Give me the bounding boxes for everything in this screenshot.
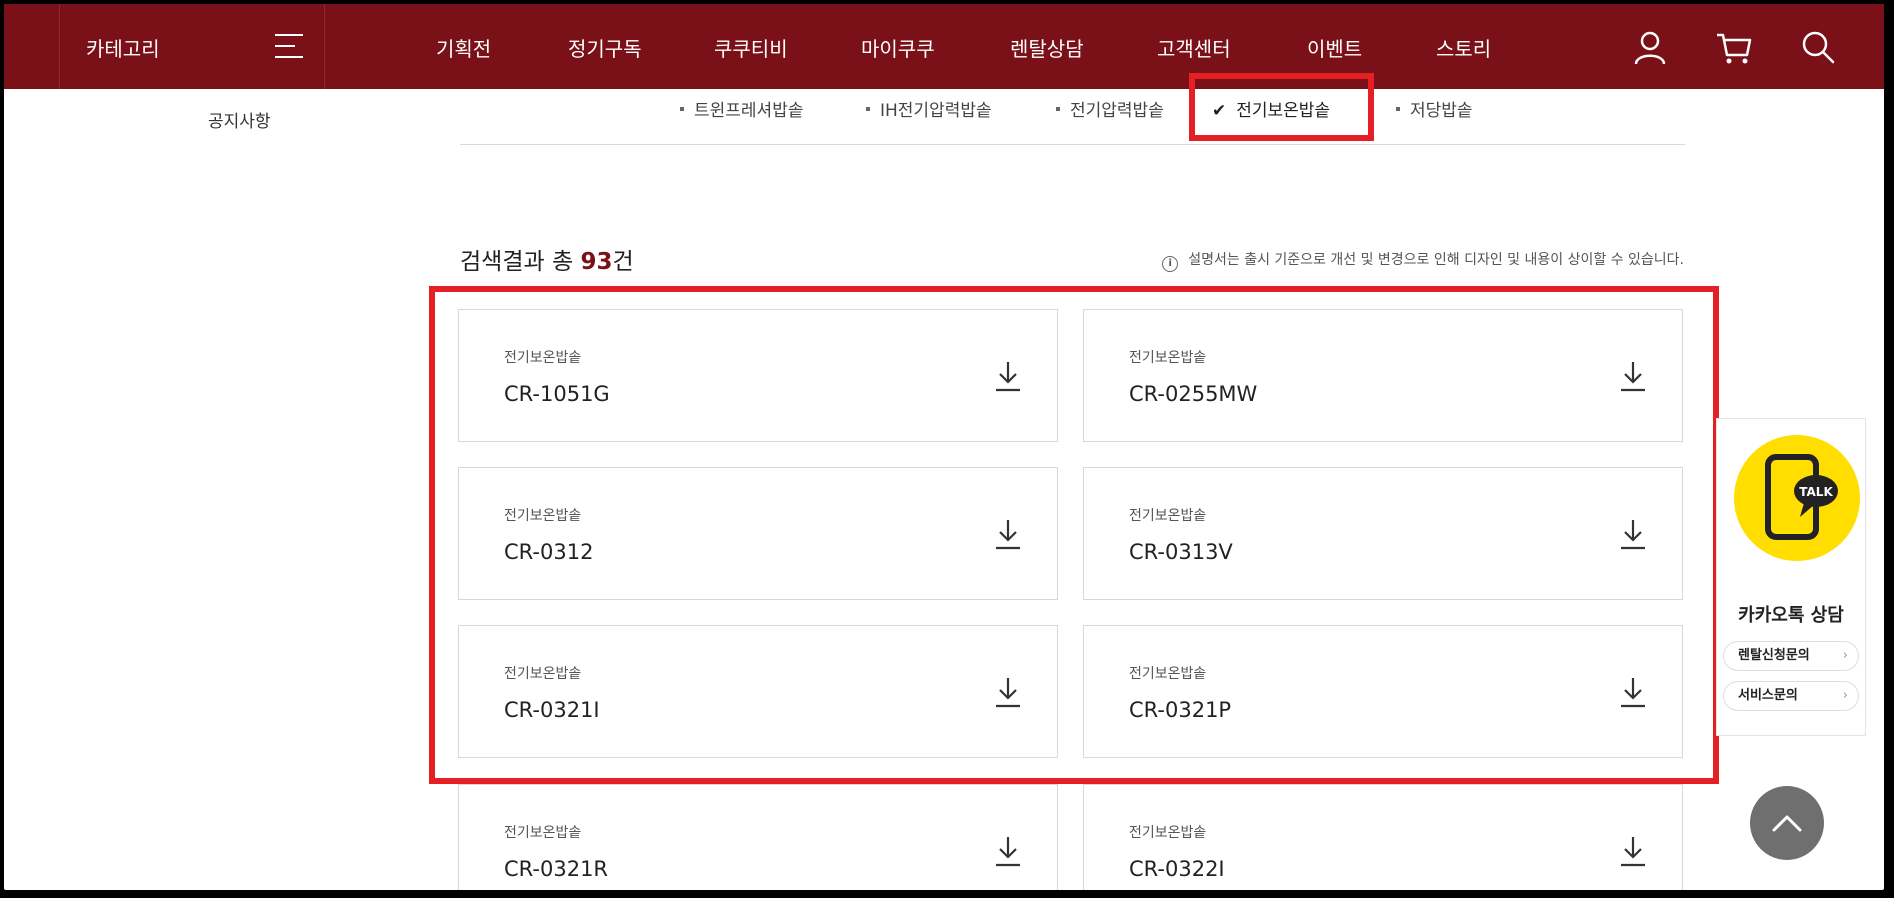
card-category: 전기보온밥솥	[504, 666, 582, 682]
chevron-up-icon	[1772, 815, 1802, 832]
download-icon[interactable]	[994, 360, 1022, 392]
cart-icon[interactable]	[1715, 28, 1753, 66]
sidebar-link-notice[interactable]: 공지사항	[208, 107, 271, 132]
download-icon[interactable]	[994, 518, 1022, 550]
bullet-icon	[1396, 107, 1400, 111]
manual-card[interactable]: 전기보온밥솥 CR-1051G	[458, 309, 1058, 442]
scroll-to-top-button[interactable]	[1750, 786, 1824, 860]
manual-card[interactable]: 전기보온밥솥 CR-0313V	[1083, 467, 1683, 600]
kakao-title: 카카오톡 상담	[1738, 605, 1844, 626]
chevron-right-icon: ›	[1842, 648, 1848, 663]
card-model: CR-0321I	[504, 698, 600, 722]
subtab-label: 전기압력밥솥	[1070, 101, 1164, 121]
card-model: CR-0321R	[504, 857, 609, 881]
card-model: CR-0322I	[1129, 857, 1225, 881]
kakao-consult-panel: TALK 카카오톡 상담 렌탈신청문의 › 서비스문의 ›	[1716, 418, 1866, 736]
service-inquiry-label: 서비스문의	[1738, 688, 1798, 703]
check-icon: ✔	[1212, 101, 1227, 121]
nav-item-my-cuckoo[interactable]: 마이쿠쿠	[861, 33, 935, 62]
download-icon[interactable]	[1619, 835, 1647, 867]
download-icon[interactable]	[994, 676, 1022, 708]
card-category: 전기보온밥솥	[1129, 825, 1207, 841]
results-suffix: 건	[612, 249, 634, 275]
info-icon: i	[1162, 256, 1179, 272]
nav-item-subscription[interactable]: 정기구독	[568, 33, 642, 62]
card-category: 전기보온밥솥	[504, 350, 582, 366]
nav-item-customer-center[interactable]: 고객센터	[1157, 33, 1231, 62]
card-model: CR-0321P	[1129, 698, 1232, 722]
card-model: CR-0312	[504, 540, 594, 564]
nav-item-story[interactable]: 스토리	[1436, 33, 1491, 62]
nav-item-event[interactable]: 이벤트	[1307, 33, 1362, 62]
subtab-divider	[460, 144, 1685, 145]
top-navigation-bar: 카테고리 기획전 정기구독 쿠쿠티비 마이쿠쿠 렌탈상담 고객센터 이벤트 스토…	[4, 4, 1884, 89]
category-label: 카테고리	[86, 37, 160, 61]
card-category: 전기보온밥솥	[504, 508, 582, 524]
subtab-ih-pressure[interactable]: IH전기압력밥솥	[866, 96, 992, 121]
manual-card[interactable]: 전기보온밥솥 CR-0321P	[1083, 625, 1683, 758]
card-model: CR-0255MW	[1129, 382, 1258, 406]
card-category: 전기보온밥솥	[1129, 666, 1207, 682]
subtab-low-sugar[interactable]: 저당밥솥	[1396, 96, 1473, 121]
manual-notice: i 설명서는 출시 기준으로 개선 및 변경으로 인해 디자인 및 내용이 상이할…	[1162, 249, 1684, 272]
subtab-electric-pressure[interactable]: 전기압력밥솥	[1056, 96, 1164, 121]
nav-item-cuckoo-tv[interactable]: 쿠쿠티비	[714, 33, 788, 62]
subtab-label: 저당밥솥	[1410, 101, 1473, 121]
results-prefix: 검색결과 총	[460, 249, 574, 275]
card-category: 전기보온밥솥	[504, 825, 582, 841]
subtab-label: IH전기압력밥솥	[880, 101, 992, 121]
manual-card[interactable]: 전기보온밥솥 CR-0255MW	[1083, 309, 1683, 442]
bullet-icon	[680, 107, 684, 111]
hamburger-icon	[275, 34, 303, 58]
card-category: 전기보온밥솥	[1129, 508, 1207, 524]
download-icon[interactable]	[1619, 360, 1647, 392]
nav-item-rental-consult[interactable]: 렌탈상담	[1010, 33, 1084, 62]
subtab-electric-warmer[interactable]: ✔ 전기보온밥솥	[1212, 96, 1330, 121]
subtab-twin-pressure[interactable]: 트윈프레셔밥솥	[680, 96, 803, 121]
card-category: 전기보온밥솥	[1129, 350, 1207, 366]
nav-item-promotion[interactable]: 기획전	[436, 33, 491, 62]
page-frame: 카테고리 기획전 정기구독 쿠쿠티비 마이쿠쿠 렌탈상담 고객센터 이벤트 스토…	[4, 4, 1884, 890]
talk-badge-text: TALK	[1799, 485, 1833, 499]
bullet-icon	[866, 107, 870, 111]
download-icon[interactable]	[994, 835, 1022, 867]
bullet-icon	[1056, 107, 1060, 111]
kakao-talk-button[interactable]: TALK	[1734, 435, 1860, 561]
card-model: CR-0313V	[1129, 540, 1233, 564]
service-inquiry-button[interactable]: 서비스문의 ›	[1723, 681, 1859, 711]
manual-card[interactable]: 전기보온밥솥 CR-0322I	[1083, 784, 1683, 890]
card-model: CR-1051G	[504, 382, 610, 406]
chevron-right-icon: ›	[1842, 688, 1848, 703]
results-count: 93	[580, 249, 613, 275]
results-title: 검색결과 총 93건	[460, 242, 634, 276]
download-icon[interactable]	[1619, 676, 1647, 708]
manual-card[interactable]: 전기보온밥솥 CR-0312	[458, 467, 1058, 600]
rental-inquiry-label: 렌탈신청문의	[1738, 648, 1810, 663]
phone-talk-icon: TALK	[1765, 454, 1838, 540]
subtab-label: 트윈프레셔밥솥	[694, 101, 804, 121]
subtab-label: 전기보온밥솥	[1236, 101, 1331, 121]
rental-inquiry-button[interactable]: 렌탈신청문의 ›	[1723, 641, 1859, 671]
download-icon[interactable]	[1619, 518, 1647, 550]
user-icon[interactable]	[1631, 28, 1669, 66]
manual-card[interactable]: 전기보온밥솥 CR-0321R	[458, 784, 1058, 890]
notice-text: 설명서는 출시 기준으로 개선 및 변경으로 인해 디자인 및 내용이 상이할 …	[1188, 252, 1684, 268]
category-menu-button[interactable]: 카테고리	[59, 4, 325, 89]
search-icon[interactable]	[1799, 28, 1837, 66]
manual-card[interactable]: 전기보온밥솥 CR-0321I	[458, 625, 1058, 758]
